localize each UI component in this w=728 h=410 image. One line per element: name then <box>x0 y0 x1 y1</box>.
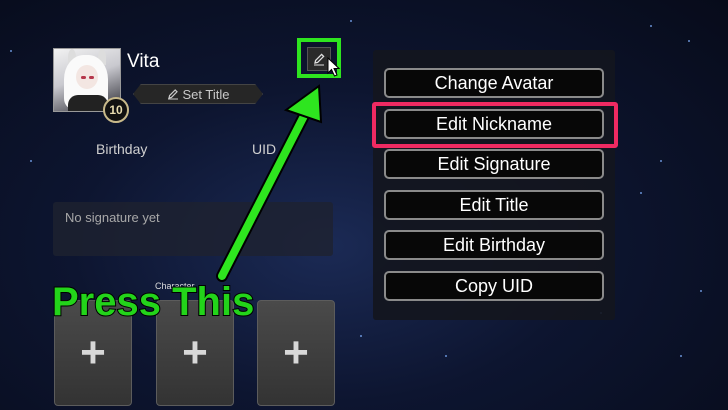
press-this-caption: Press This <box>51 279 255 325</box>
change-avatar-button[interactable]: Change Avatar <box>384 68 604 98</box>
edit-signature-button[interactable]: Edit Signature <box>384 149 604 179</box>
annotation-arrow <box>216 84 323 282</box>
edit-nickname-highlight <box>372 102 618 148</box>
copy-uid-button[interactable]: Copy UID <box>384 271 604 301</box>
edit-title-button[interactable]: Edit Title <box>384 190 604 220</box>
edit-birthday-button[interactable]: Edit Birthday <box>384 230 604 260</box>
